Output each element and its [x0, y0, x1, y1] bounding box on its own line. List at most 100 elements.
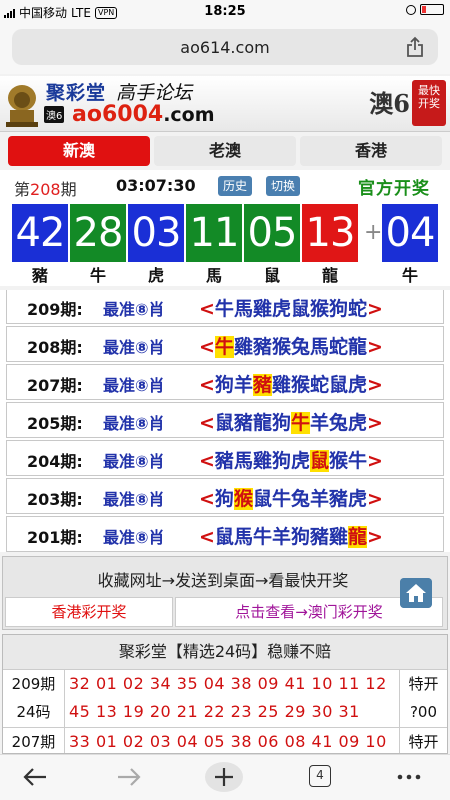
- row-numbers: 33 01 02 03 04 05 38 06 08 41 09 10: [69, 728, 399, 753]
- pick-zodiac-hit: 牛: [214, 336, 234, 358]
- pick-zodiac: 鼠: [252, 488, 272, 510]
- site-banner[interactable]: 聚彩堂 高手论坛 澳6 ao6004.com 澳6 最快 开奖: [0, 76, 450, 132]
- bookmark-banner: 收藏网址→发送到桌面→看最快开奖 香港彩开奖 点击查看→澳门彩开奖: [2, 556, 448, 630]
- draw-issue: 第208期: [14, 176, 77, 200]
- pick-zodiac: 猴: [329, 450, 349, 472]
- address-field[interactable]: ao614.com: [12, 29, 438, 65]
- numbers-line1: 32 01 02 34 35 04 38 09 41 10 11 12: [69, 674, 387, 693]
- table-row: 209期 24码 32 01 02 34 35 04 38 09 41 10 1…: [3, 669, 447, 728]
- official-draw-link[interactable]: 官方开奖: [358, 174, 430, 199]
- pick-zodiac: 鼠: [214, 412, 234, 434]
- row-special-cell: 特开: [399, 728, 447, 753]
- tab-hongkong[interactable]: 香港: [300, 136, 442, 166]
- pick-zodiac: 豬: [310, 526, 330, 548]
- zodiac-6: 龍: [321, 266, 338, 285]
- forward-arrow-icon[interactable]: [114, 763, 144, 791]
- bracket-close: >: [367, 526, 383, 548]
- fast-draw-stamp: 最快 开奖: [412, 80, 446, 126]
- pick-zodiac: 牛: [214, 298, 234, 320]
- row-issue-cell: 209期 24码: [3, 670, 65, 728]
- zodiac-5: 鼠: [263, 266, 280, 285]
- zodiac-special: 牛: [401, 266, 418, 285]
- prediction-issue: 203期:: [27, 490, 83, 509]
- region-tabs: 新澳 老澳 香港: [8, 136, 442, 166]
- pick-zodiac: 馬: [233, 298, 253, 320]
- pick-zodiac: 牛: [348, 450, 368, 472]
- pick-zodiac: 蛇: [329, 336, 349, 358]
- browser-toolbar: 4: [0, 754, 450, 800]
- bracket-open: <: [199, 336, 215, 358]
- numbers-line2: 45 13 19 20 21 22 23 25 29 30 31: [69, 702, 360, 721]
- pick-zodiac-hit: 龍: [348, 526, 368, 548]
- bracket-close: >: [367, 298, 383, 320]
- history-button[interactable]: 历史: [218, 176, 253, 196]
- brand-domain: ao6004.com: [72, 102, 215, 127]
- list-item: 205期: 最准⑧肖 <鼠豬龍狗牛羊兔虎>: [6, 402, 444, 438]
- bracket-close: >: [367, 374, 383, 396]
- table-row: 207期 33 01 02 03 04 05 38 06 08 41 09 10…: [3, 727, 447, 753]
- tab-xinao[interactable]: 新澳: [8, 136, 150, 166]
- prediction-issue: 208期:: [27, 338, 83, 357]
- tabs-icon[interactable]: 4: [309, 765, 331, 787]
- list-item: 209期: 最准⑧肖 <牛馬雞虎鼠猴狗蛇>: [6, 290, 444, 324]
- prediction-picks: <豬馬雞狗虎鼠猴牛>: [199, 446, 383, 473]
- share-icon[interactable]: [406, 36, 424, 58]
- domain-main: ao6004: [72, 102, 164, 127]
- pick-zodiac: 蛇: [348, 298, 368, 320]
- pick-zodiac: 鼠: [214, 526, 234, 548]
- back-arrow-icon[interactable]: [20, 763, 50, 791]
- pick-zodiac: 鼠: [329, 374, 349, 396]
- status-right: [406, 4, 444, 15]
- pick-zodiac: 羊: [271, 526, 291, 548]
- list-item: 204期: 最准⑧肖 <豬馬雞狗虎鼠猴牛>: [6, 440, 444, 476]
- bookmark-text: 收藏网址→发送到桌面→看最快开奖: [97, 571, 349, 590]
- prediction-label: 最准⑧肖: [103, 414, 165, 433]
- issue-prefix: 第: [14, 180, 31, 199]
- prediction-picks: <鼠馬牛羊狗豬雞龍>: [199, 522, 383, 549]
- pick-zodiac: 猴: [290, 374, 310, 396]
- special-line1: 特开: [408, 733, 439, 751]
- zodiac-2: 牛: [89, 266, 106, 285]
- list-item: 208期: 最准⑧肖 <牛雞豬猴兔馬蛇龍>: [6, 326, 444, 362]
- ball-4: 11: [186, 204, 242, 262]
- hongkong-results-link[interactable]: 香港彩开奖: [5, 597, 173, 627]
- pick-zodiac: 雞: [252, 450, 272, 472]
- bracket-open: <: [199, 488, 215, 510]
- prediction-label: 最准⑧肖: [103, 300, 165, 319]
- pick-zodiac: 龍: [348, 336, 368, 358]
- status-bar: 中国移动 LTE VPN 18:25: [0, 0, 450, 24]
- rotation-lock-icon: [406, 4, 416, 15]
- bracket-close: >: [367, 450, 383, 472]
- bracket-close: >: [367, 336, 383, 358]
- tab-laoao[interactable]: 老澳: [154, 136, 296, 166]
- browser-url-bar: ao614.com: [0, 24, 450, 74]
- result-balls: 42 28 03 11 05 13 + 04 豬 牛 虎 馬 鼠 龍 牛: [0, 202, 450, 286]
- plus-icon[interactable]: [204, 761, 244, 793]
- more-dots-icon[interactable]: [394, 763, 424, 791]
- home-icon[interactable]: [400, 578, 432, 608]
- list-item: 207期: 最准⑧肖 <狗羊豬雞猴蛇鼠虎>: [6, 364, 444, 400]
- row-special-cell: 特开 ?00: [399, 670, 447, 728]
- issue-number: 208: [30, 180, 61, 199]
- list-item: 203期: 最准⑧肖 <狗猴鼠牛兔羊豬虎>: [6, 478, 444, 514]
- bracket-open: <: [199, 412, 215, 434]
- pick-zodiac: 鼠: [290, 298, 310, 320]
- special-line2: ?00: [409, 703, 438, 721]
- url-text[interactable]: ao614.com: [12, 38, 438, 57]
- switch-button[interactable]: 切换: [266, 176, 301, 196]
- domain-tld: .com: [163, 104, 215, 126]
- pick-zodiac: 蛇: [310, 374, 330, 396]
- pick-zodiac: 狗: [271, 412, 291, 434]
- stamp-line2: 开奖: [418, 97, 440, 110]
- prediction-issue: 204期:: [27, 452, 83, 471]
- prediction-picks: <狗猴鼠牛兔羊豬虎>: [199, 484, 383, 511]
- lion-logo-icon: [6, 85, 38, 127]
- ball-6: 13: [302, 204, 358, 262]
- prediction-issue: 209期:: [27, 300, 83, 319]
- prediction-picks: <牛雞豬猴兔馬蛇龍>: [199, 332, 383, 359]
- pick-zodiac: 羊: [310, 488, 330, 510]
- pick-zodiac: 狗: [271, 450, 291, 472]
- ball-2: 28: [70, 204, 126, 262]
- ball-3: 03: [128, 204, 184, 262]
- pick-zodiac-hit: 鼠: [310, 450, 330, 472]
